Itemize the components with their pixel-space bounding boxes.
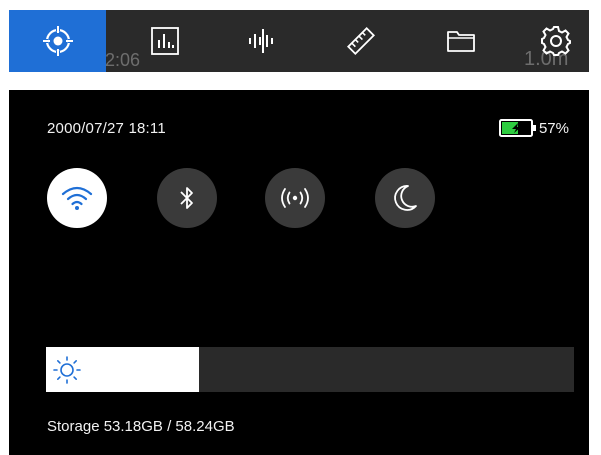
wifi-icon xyxy=(61,186,93,210)
date-time: 2000/07/27 18:11 xyxy=(47,120,166,137)
bar-chart-icon xyxy=(150,27,179,55)
tool-histogram[interactable] xyxy=(116,10,213,72)
bluetooth-icon xyxy=(180,187,193,209)
folder-icon xyxy=(446,31,475,52)
tool-ruler[interactable] xyxy=(312,10,409,72)
battery-percent: 57% xyxy=(538,119,569,137)
tool-waveform[interactable] xyxy=(212,10,309,72)
gear-icon xyxy=(540,26,571,56)
hotspot-toggle[interactable] xyxy=(265,168,325,228)
wifi-toggle[interactable] xyxy=(47,168,107,228)
brightness-slider[interactable] xyxy=(46,347,574,392)
ruler-icon xyxy=(346,26,375,56)
waveform-icon xyxy=(248,29,273,53)
storage-info: Storage 53.18GB / 58.24GB xyxy=(47,418,235,435)
quick-settings-panel: 2000/07/27 18:11 57% Storage 53.18GB / 5… xyxy=(9,90,589,455)
battery-charging-icon xyxy=(498,119,536,137)
tool-settings[interactable] xyxy=(507,10,589,72)
night-mode-toggle[interactable] xyxy=(375,168,435,228)
battery-status: 57% xyxy=(498,119,569,137)
bluetooth-toggle[interactable] xyxy=(157,168,217,228)
tool-target[interactable] xyxy=(9,10,106,72)
tool-folder[interactable] xyxy=(412,10,509,72)
moon-icon xyxy=(394,185,417,211)
hotspot-icon xyxy=(281,188,309,208)
sun-icon xyxy=(53,356,81,384)
top-toolbar: 2:06 1.0m xyxy=(9,10,589,72)
target-icon xyxy=(41,25,74,57)
